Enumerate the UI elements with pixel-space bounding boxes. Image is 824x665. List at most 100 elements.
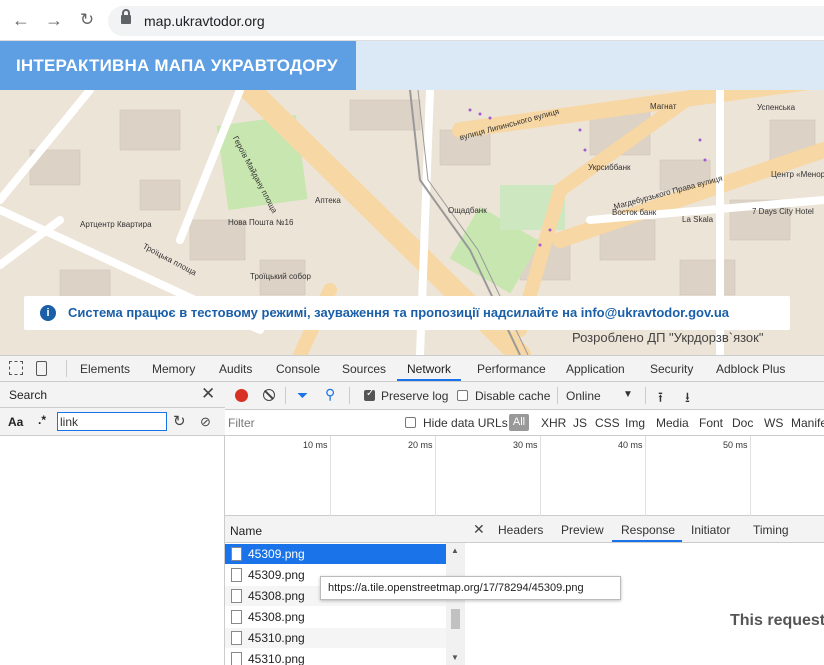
preserve-log-checkbox[interactable] xyxy=(364,388,375,401)
inspect-icon[interactable] xyxy=(9,361,23,375)
filter-manifest[interactable]: Manifest xyxy=(791,416,824,430)
request-row[interactable]: 45310.png xyxy=(225,649,446,665)
active-tab-indicator xyxy=(397,379,461,381)
tab-network[interactable]: Network xyxy=(407,362,451,376)
map-credit: Розроблено ДП "Укрдорзв`язок" xyxy=(572,330,764,345)
notice-email-link[interactable]: info@ukravtodor.gov.ua xyxy=(581,305,729,320)
map-label: 7 Days City Hotel xyxy=(752,207,814,216)
tab-audits[interactable]: Audits xyxy=(219,362,252,376)
search-icon[interactable]: ⚲ xyxy=(325,386,335,403)
scroll-down-icon[interactable]: ▼ xyxy=(451,653,459,662)
request-row[interactable]: 45310.png xyxy=(225,628,446,648)
map-view[interactable]: вулиця Липинського вулиця Магдебурзького… xyxy=(0,90,824,355)
filter-icon[interactable]: ⏷ xyxy=(297,387,308,404)
request-row[interactable]: 45309.png xyxy=(225,544,446,564)
divider xyxy=(645,387,646,404)
refresh-icon[interactable]: ↻ xyxy=(173,412,186,430)
filter-bar: Hide data URLs All XHR JS CSS Img Media … xyxy=(225,410,824,436)
scroll-up-icon[interactable]: ▲ xyxy=(451,546,459,555)
detail-tab-bar: ✕ Headers Preview Response Initiator Tim… xyxy=(465,516,824,543)
timeline-tick-label: 50 ms xyxy=(723,440,748,450)
scrollbar[interactable]: ▲ ▼ xyxy=(446,543,465,665)
tab-application[interactable]: Application xyxy=(566,362,625,376)
browser-toolbar: ← → ↻ map.ukravtodor.org xyxy=(0,0,824,41)
map-label: Успенська xyxy=(757,103,796,112)
disable-cache-checkbox[interactable] xyxy=(457,390,468,401)
divider xyxy=(557,387,558,404)
tab-memory[interactable]: Memory xyxy=(152,362,195,376)
search-title: Search xyxy=(9,388,48,402)
network-timeline[interactable]: 10 ms 20 ms 30 ms 40 ms 50 ms xyxy=(225,436,824,516)
search-header: Search ✕ xyxy=(0,382,225,408)
record-icon[interactable] xyxy=(235,389,248,402)
filter-all[interactable]: All xyxy=(509,414,529,431)
export-icon[interactable]: ⭳ xyxy=(685,387,690,411)
divider xyxy=(66,360,67,377)
map-label: Артцентр Квартира xyxy=(80,220,152,229)
network-toolbar: ⏷ ⚲ Preserve log Disable cache Online ▼ … xyxy=(225,382,824,410)
close-icon[interactable]: ✕ xyxy=(201,384,215,404)
filter-media[interactable]: Media xyxy=(656,416,689,430)
filter-xhr[interactable]: XHR xyxy=(541,416,566,430)
clear-search-icon[interactable]: ⊘ xyxy=(200,414,211,430)
match-case-toggle[interactable]: Aa xyxy=(8,415,23,429)
hide-data-urls-label: Hide data URLs xyxy=(423,416,508,430)
filter-ws[interactable]: WS xyxy=(764,416,783,430)
request-row[interactable]: 45308.png xyxy=(225,607,446,627)
tab-initiator[interactable]: Initiator xyxy=(691,523,730,537)
map-label: Центр «Менора» xyxy=(771,170,824,179)
import-icon[interactable]: ⭱ xyxy=(658,387,663,411)
request-name: 45310.png xyxy=(248,652,305,665)
request-name: 45309.png xyxy=(248,547,305,561)
tab-security[interactable]: Security xyxy=(650,362,693,376)
filter-input[interactable] xyxy=(228,413,393,432)
tab-sources[interactable]: Sources xyxy=(342,362,386,376)
tab-timing[interactable]: Timing xyxy=(753,523,789,537)
close-icon[interactable]: ✕ xyxy=(473,521,485,538)
tab-response[interactable]: Response xyxy=(621,523,675,537)
device-toolbar-icon[interactable] xyxy=(36,361,47,376)
name-column-header[interactable]: Name xyxy=(230,524,262,538)
filter-img[interactable]: Img xyxy=(625,416,645,430)
request-name: 45309.png xyxy=(248,568,305,582)
info-icon: i xyxy=(40,305,56,321)
tab-preview[interactable]: Preview xyxy=(561,523,604,537)
clear-icon[interactable] xyxy=(263,389,275,401)
timeline-gridline xyxy=(435,436,436,516)
divider xyxy=(349,387,350,404)
tab-elements[interactable]: Elements xyxy=(80,362,130,376)
tab-adblock-plus[interactable]: Adblock Plus xyxy=(716,362,785,376)
preserve-log-label: Preserve log xyxy=(381,389,449,403)
back-button[interactable]: ← xyxy=(10,9,32,31)
reload-button[interactable]: ↻ xyxy=(76,9,98,31)
site-title-box: ІНТЕРАКТИВНА МАПА УКРАВТОДОРУ xyxy=(0,41,356,90)
hide-data-urls-checkbox[interactable] xyxy=(405,417,416,428)
file-icon xyxy=(231,547,242,561)
active-tab-indicator xyxy=(612,540,682,542)
filter-doc[interactable]: Doc xyxy=(732,416,753,430)
map-label: Магнат xyxy=(650,102,677,111)
tab-performance[interactable]: Performance xyxy=(477,362,546,376)
file-icon xyxy=(231,631,242,645)
search-input[interactable] xyxy=(57,412,167,431)
devtools-tab-bar: Elements Memory Audits Console Sources N… xyxy=(0,356,824,382)
request-list-header: Name xyxy=(225,516,465,543)
timeline-gridline xyxy=(540,436,541,516)
chevron-down-icon[interactable]: ▼ xyxy=(623,389,633,400)
map-label: Укрсиббанк xyxy=(588,163,631,172)
forward-button[interactable]: → xyxy=(43,9,65,31)
filter-font[interactable]: Font xyxy=(699,416,723,430)
throttle-select[interactable]: Online xyxy=(566,389,601,403)
map-label: Аптека xyxy=(315,196,341,205)
filter-js[interactable]: JS xyxy=(573,416,587,430)
site-header: ІНТЕРАКТИВНА МАПА УКРАВТОДОРУ xyxy=(0,41,824,90)
regex-toggle[interactable]: .* xyxy=(38,413,46,427)
tab-console[interactable]: Console xyxy=(276,362,320,376)
request-name: 45310.png xyxy=(248,631,305,645)
address-bar[interactable]: map.ukravtodor.org xyxy=(108,6,824,36)
scrollbar-thumb[interactable] xyxy=(451,609,460,629)
tab-headers[interactable]: Headers xyxy=(498,523,543,537)
filter-css[interactable]: CSS xyxy=(595,416,620,430)
notice-banner: i Система працює в тестовому режимі, зау… xyxy=(24,296,790,330)
url-tooltip: https://a.tile.openstreetmap.org/17/7829… xyxy=(320,576,621,600)
